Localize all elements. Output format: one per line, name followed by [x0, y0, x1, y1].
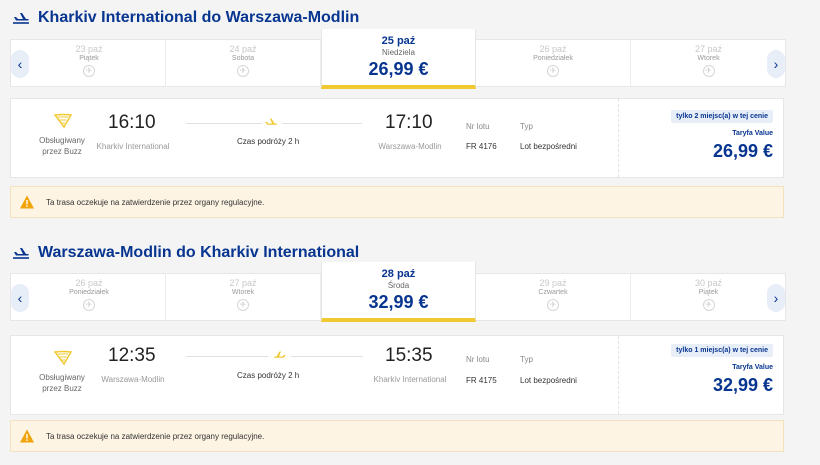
route-line	[282, 123, 362, 124]
day-label: Wtorek	[697, 55, 720, 62]
seats-left-badge: tylko 2 miejsc(a) w tej cenie	[671, 110, 773, 123]
no-flight-icon: ✈	[83, 299, 95, 311]
flight-number: FR 4175	[466, 376, 497, 385]
no-flight-icon: ✈	[83, 65, 95, 77]
flight-type-label: Typ	[520, 355, 533, 364]
flight-type-label: Typ	[520, 122, 533, 131]
warning-icon	[20, 429, 34, 443]
departure-time: 16:10	[108, 112, 156, 133]
selected-date[interactable]: 28 paź Środa 32,99 €	[321, 262, 476, 322]
date-option[interactable]: 23 paź Piątek ✈	[13, 40, 166, 86]
date-option[interactable]: 30 paź Piątek ✈	[631, 274, 786, 320]
arrival-city: Warszawa-Modlin	[378, 142, 442, 151]
day-label: Piątek	[698, 289, 719, 296]
chevron-right-icon: ›	[773, 56, 779, 72]
date-option[interactable]: 26 paź Poniedziałek ✈	[476, 40, 631, 86]
date-label: 29 paź	[539, 278, 567, 288]
date-label: 27 paź	[694, 44, 723, 54]
warning-icon	[20, 195, 34, 209]
outbound-header: Kharkiv International do Warszawa-Modlin	[12, 6, 359, 30]
inbound-route-title: Warszawa-Modlin do Kharkiv International	[38, 244, 360, 261]
selected-day-label: Środa	[387, 281, 410, 290]
no-flight-icon: ✈	[702, 65, 715, 77]
date-label: 26 paź	[75, 278, 103, 288]
selected-date-label: 25 paź	[381, 35, 416, 47]
flight-type: Lot bezpośredni	[520, 376, 577, 385]
next-dates-button[interactable]: ›	[767, 284, 785, 312]
date-option[interactable]: 27 paź Wtorek ✈	[631, 40, 786, 86]
flight-number-label: Nr lotu	[466, 122, 490, 131]
fare-price: 26,99 €	[712, 141, 773, 161]
selected-date-label: 28 paź	[381, 268, 416, 280]
notice-text: Ta trasa oczekuje na zatwierdzenie przez…	[46, 431, 265, 441]
date-label: 23 paź	[75, 44, 103, 54]
arrival-city: Kharkiv International	[373, 375, 447, 384]
day-label: Piątek	[79, 55, 99, 62]
day-label: Poniedziałek	[69, 289, 109, 296]
plane-icon	[13, 248, 29, 259]
fare-option[interactable]: tylko 1 miejsc(a) w tej cenie Taryfa Val…	[618, 336, 783, 414]
flight-duration: Czas podróży 2 h	[237, 137, 300, 146]
fare-name: Taryfa Value	[732, 364, 773, 371]
regulatory-notice: Ta trasa oczekuje na zatwierdzenie przez…	[10, 420, 784, 452]
route-line	[291, 356, 363, 357]
day-label: Sobota	[231, 55, 255, 62]
operator-logo-icon	[53, 113, 73, 129]
outbound-route-title: Kharkiv International do Warszawa-Modlin	[38, 9, 360, 26]
plane-icon	[274, 351, 286, 358]
notice-text: Ta trasa oczekuje na zatwierdzenie przez…	[46, 197, 265, 207]
regulatory-notice: Ta trasa oczekuje na zatwierdzenie przez…	[10, 186, 784, 218]
date-option[interactable]: 27 paź Wtorek ✈	[166, 274, 321, 320]
operator-label: Obsługiwany przez Buzz	[39, 136, 85, 156]
plane-icon	[265, 118, 277, 125]
date-option[interactable]: 26 paź Poniedziałek ✈	[13, 274, 166, 320]
fare-option[interactable]: tylko 2 miejsc(a) w tej cenie Taryfa Val…	[618, 99, 783, 177]
flight-duration: Czas podróży 2 h	[237, 371, 300, 380]
arrival-time: 17:10	[385, 112, 433, 133]
flight-number: FR 4176	[466, 142, 497, 151]
date-option[interactable]: 29 paź Czwartek ✈	[476, 274, 631, 320]
inbound-header: Warszawa-Modlin do Kharkiv International	[12, 241, 359, 265]
selected-date[interactable]: 25 paź Niedziela 26,99 €	[321, 29, 476, 89]
date-label: 26 paź	[539, 44, 567, 54]
date-label: 27 paź	[229, 278, 257, 288]
no-flight-icon: ✈	[547, 299, 559, 311]
day-label: Czwartek	[538, 289, 568, 296]
inbound-flight-card[interactable]: Obsługiwany przez Buzz 12:35 Warszawa-Mo…	[10, 335, 784, 415]
flight-number-label: Nr lotu	[466, 355, 490, 364]
date-label: 30 paź	[694, 278, 723, 288]
route-line	[186, 356, 268, 357]
no-flight-icon: ✈	[237, 299, 249, 311]
plane-icon	[13, 13, 29, 24]
no-flight-icon: ✈	[702, 299, 715, 311]
route-line	[186, 123, 262, 124]
no-flight-icon: ✈	[237, 65, 249, 77]
selected-day-label: Niedziela	[382, 48, 415, 57]
arrival-time: 15:35	[385, 345, 433, 366]
date-label: 24 paź	[229, 44, 257, 54]
operator-logo-icon	[53, 350, 73, 366]
fare-price: 32,99 €	[712, 375, 773, 395]
fare-name: Taryfa Value	[732, 130, 773, 137]
seats-left-badge: tylko 1 miejsc(a) w tej cenie	[671, 344, 773, 357]
selected-price: 32,99 €	[368, 292, 429, 312]
day-label: Wtorek	[231, 289, 255, 296]
no-flight-icon: ✈	[547, 65, 559, 77]
outbound-flight-card[interactable]: Obsługiwany przez Buzz 16:10 Kharkiv Int…	[10, 98, 784, 178]
day-label: Poniedziałek	[533, 55, 573, 62]
date-option[interactable]: 24 paź Sobota ✈	[166, 40, 321, 86]
operator-label: Obsługiwany przez Buzz	[39, 373, 85, 393]
departure-city: Warszawa-Modlin	[101, 375, 165, 384]
next-dates-button[interactable]: ›	[767, 50, 785, 78]
flight-type: Lot bezpośredni	[520, 142, 577, 151]
departure-time: 12:35	[108, 345, 156, 366]
chevron-right-icon: ›	[773, 290, 779, 306]
departure-city: Kharkiv International	[96, 142, 170, 151]
selected-price: 26,99 €	[368, 59, 429, 79]
